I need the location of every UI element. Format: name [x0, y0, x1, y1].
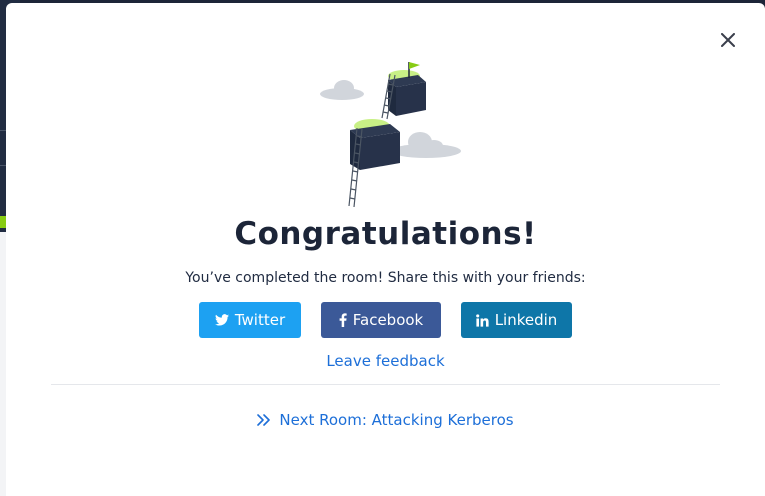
- share-buttons: Twitter Facebook Linkedin: [6, 302, 765, 338]
- facebook-label: Facebook: [352, 311, 424, 329]
- next-room-label: Next Room: Attacking Kerberos: [279, 411, 514, 429]
- room-complete-illustration: [320, 62, 461, 208]
- modal-subtitle: You’ve completed the room! Share this wi…: [185, 270, 586, 286]
- close-icon: [721, 33, 735, 47]
- next-room-link[interactable]: Next Room: Attacking Kerberos: [6, 411, 765, 429]
- twitter-share-button[interactable]: Twitter: [199, 302, 301, 338]
- double-chevron-right-icon: [257, 414, 271, 426]
- close-button[interactable]: [717, 29, 739, 51]
- twitter-label: Twitter: [234, 311, 286, 329]
- twitter-icon: [214, 314, 229, 326]
- divider: [51, 384, 720, 385]
- leave-feedback-link[interactable]: Leave feedback: [6, 352, 765, 370]
- linkedin-share-button[interactable]: Linkedin: [461, 302, 572, 338]
- linkedin-label: Linkedin: [494, 311, 558, 329]
- facebook-icon: [339, 313, 347, 327]
- completion-modal: Congratulations! You’ve completed the ro…: [6, 3, 765, 496]
- facebook-share-button[interactable]: Facebook: [321, 302, 441, 338]
- modal-title: Congratulations!: [234, 216, 537, 252]
- linkedin-icon: [475, 313, 489, 327]
